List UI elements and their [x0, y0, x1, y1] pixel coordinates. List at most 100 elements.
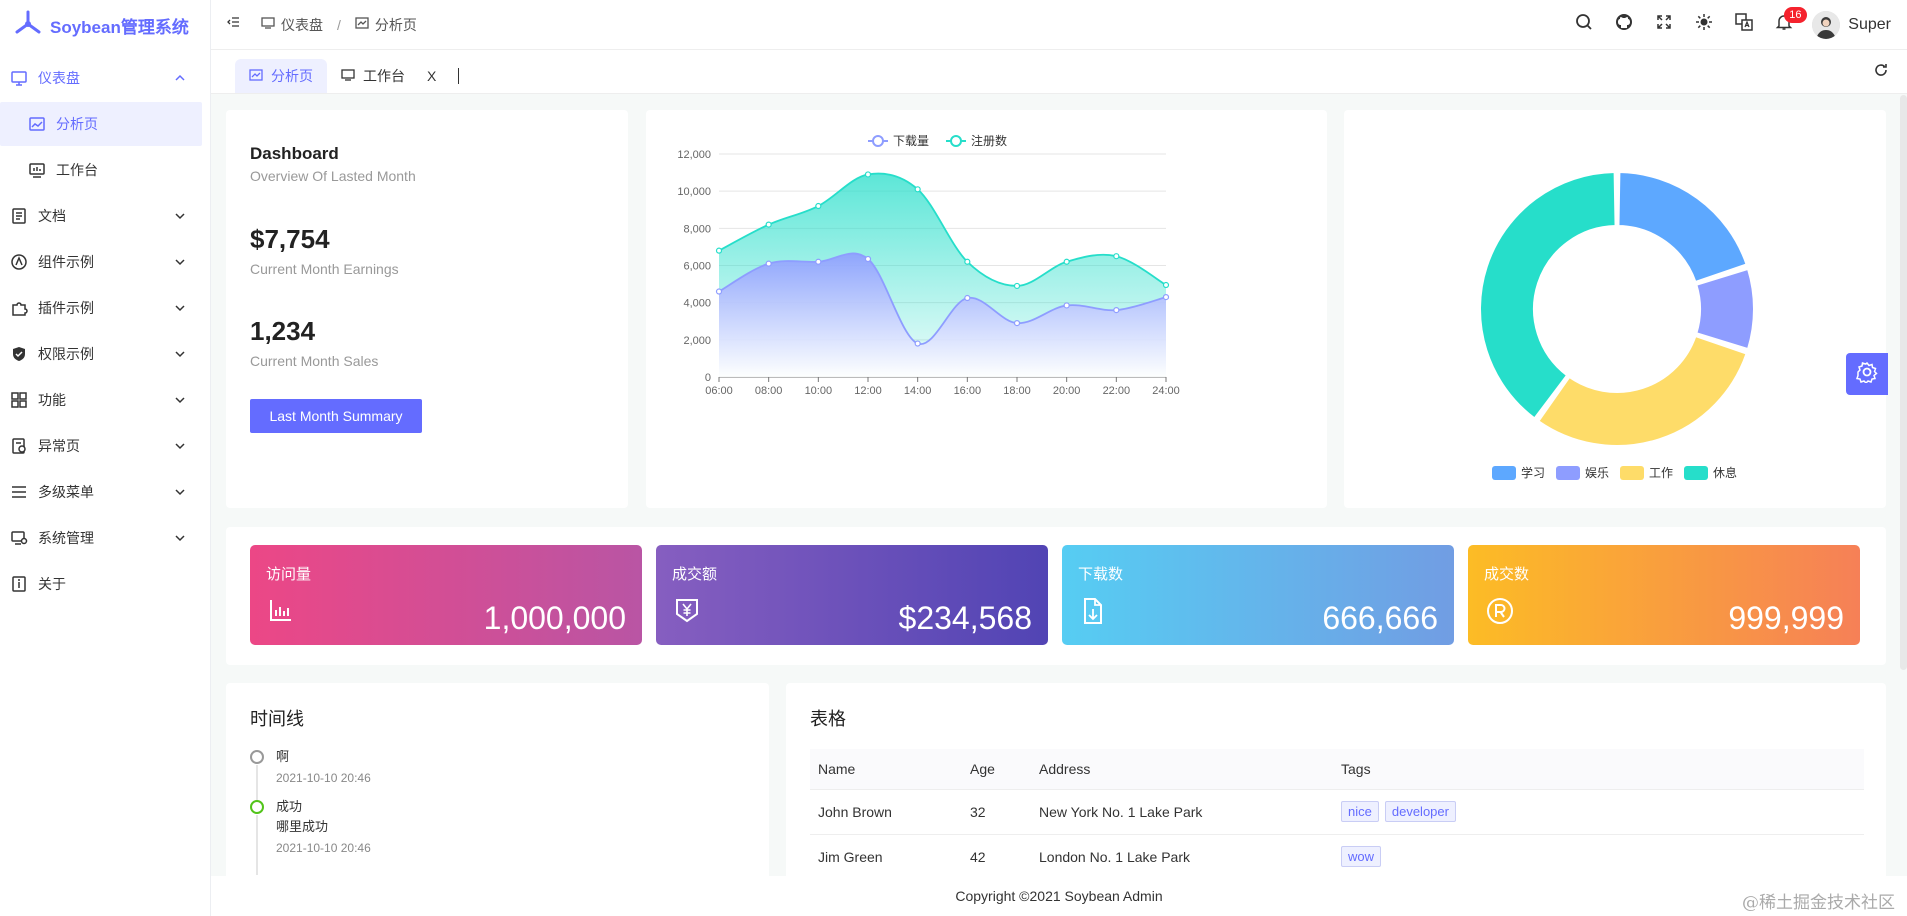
translate-icon	[1735, 13, 1754, 36]
sidebar-item-exception[interactable]: 异常页	[0, 424, 202, 468]
y-tick-label: 6,000	[683, 261, 711, 273]
column-header[interactable]: Address	[1031, 749, 1333, 790]
fullscreen-icon	[1656, 14, 1672, 35]
data-point	[715, 288, 723, 295]
data-point	[1162, 293, 1170, 301]
column-header[interactable]: Tags	[1333, 749, 1864, 790]
data-point	[864, 255, 872, 263]
tab-analysis[interactable]: 分析页	[235, 59, 327, 93]
cell-address: New York No. 1 Lake Park	[1031, 789, 1333, 835]
registered-icon	[1486, 597, 1514, 630]
stat-card-turnover[interactable]: 成交额 $234,568	[656, 545, 1048, 645]
gear-icon	[1856, 361, 1878, 388]
legend-label: 下载量	[893, 134, 929, 148]
sidebar-item-analysis[interactable]: 分析页	[0, 102, 202, 146]
summary-card: Dashboard Overview Of Lasted Month $7,75…	[226, 110, 628, 508]
sidebar-item-dashboard[interactable]: 仪表盘	[0, 56, 202, 100]
chart-panel-icon	[28, 115, 46, 133]
sidebar-item-label: 异常页	[38, 438, 80, 454]
chevron-down-icon	[174, 209, 186, 225]
sidebar-item-components[interactable]: 组件示例	[0, 240, 202, 284]
timeline-title: 时间线	[250, 709, 304, 729]
breadcrumb-item-analysis[interactable]: 分析页	[375, 15, 417, 35]
data-point	[914, 186, 921, 193]
data-point	[914, 340, 921, 347]
column-header[interactable]: Name	[810, 749, 962, 790]
x-tick-label: 14:00	[904, 385, 932, 397]
table-row[interactable]: Jim Green 42 London No. 1 Lake Park wow	[810, 834, 1864, 880]
chevron-down-icon	[174, 255, 186, 271]
monitor-icon	[10, 69, 28, 87]
timeline-item: 啊 2021-10-10 20:46	[250, 747, 371, 805]
timeline-item: 成功 哪里成功 2021-10-10 20:46	[250, 797, 371, 875]
refresh-icon[interactable]	[1873, 62, 1889, 83]
fullscreen-button[interactable]	[1644, 5, 1684, 45]
stat-value: 999,999	[1728, 600, 1844, 636]
timeline-item-time: 2021-10-10 20:46	[276, 841, 371, 855]
sidebar-item-function[interactable]: 功能	[0, 378, 202, 422]
bar-chart-icon	[268, 597, 294, 628]
sidebar-item-label: 关于	[38, 576, 66, 592]
sidebar: Soybean管理系统 仪表盘 分析页 工作台 文档 组件示例 插件示例 权限示…	[0, 0, 211, 916]
tab-bar: 分析页 工作台 X	[211, 50, 1907, 94]
x-tick-label: 10:00	[805, 385, 833, 397]
sidebar-item-about[interactable]: 关于	[0, 562, 202, 606]
y-tick-label: 0	[705, 372, 711, 384]
page-scrollbar[interactable]	[1900, 95, 1907, 670]
column-header[interactable]: Age	[962, 749, 1031, 790]
sidebar-item-label: 工作台	[56, 162, 98, 178]
settings-drawer-button[interactable]	[1846, 353, 1888, 395]
x-tick-label: 18:00	[1003, 385, 1031, 397]
sidebar-item-docs[interactable]: 文档	[0, 194, 202, 238]
tab-label: 工作台	[363, 68, 405, 84]
copyright-text: Copyright ©2021 Soybean Admin	[955, 888, 1163, 904]
app-logo[interactable]: Soybean管理系统	[0, 0, 210, 50]
summary-subtitle: Overview Of Lasted Month	[250, 168, 416, 184]
stat-card-visits[interactable]: 访问量 1,000,000	[250, 545, 642, 645]
github-button[interactable]	[1604, 5, 1644, 45]
document-icon	[10, 207, 28, 225]
data-point	[1063, 258, 1070, 265]
x-tick-label: 22:00	[1103, 385, 1131, 397]
timeline: 啊 2021-10-10 20:46 成功 哪里成功 2021-10-10 20…	[250, 747, 371, 875]
sidebar-item-workbench[interactable]: 工作台	[0, 148, 202, 192]
chevron-down-icon	[174, 531, 186, 547]
sidebar-item-label: 文档	[38, 208, 66, 224]
notification-button[interactable]: 16	[1764, 5, 1807, 45]
cell-name: Jim Green	[810, 834, 962, 880]
cell-age: 32	[962, 789, 1031, 835]
last-month-summary-button[interactable]: Last Month Summary	[250, 399, 422, 433]
table-row[interactable]: John Brown 32 New York No. 1 Lake Park n…	[810, 789, 1864, 835]
stat-card-deals[interactable]: 成交数 999,999	[1468, 545, 1860, 645]
avatar	[1812, 10, 1841, 39]
breadcrumb-item-dashboard[interactable]: 仪表盘	[281, 15, 323, 35]
sidebar-item-system[interactable]: 系统管理	[0, 516, 202, 560]
search-button[interactable]	[1564, 5, 1604, 45]
sidebar-item-multimenu[interactable]: 多级菜单	[0, 470, 202, 514]
theme-toggle-button[interactable]	[1684, 5, 1724, 45]
user-menu[interactable]: Super	[1812, 10, 1891, 39]
x-tick-label: 24:00	[1152, 385, 1180, 397]
timeline-connector	[256, 815, 258, 875]
workbench-icon	[28, 161, 46, 179]
app-root: Soybean管理系统 仪表盘 分析页 工作台 文档 组件示例 插件示例 权限示…	[0, 0, 1907, 916]
plugin-icon	[10, 299, 28, 317]
cell-tags: wow	[1333, 834, 1864, 880]
grid-icon	[10, 391, 28, 409]
data-point	[815, 202, 822, 210]
language-button[interactable]	[1724, 5, 1764, 45]
tab-close-button[interactable]: X	[427, 68, 436, 84]
tab-workbench[interactable]: 工作台 X	[327, 59, 450, 93]
sidebar-item-label: 组件示例	[38, 254, 94, 270]
timeline-item-title: 成功	[276, 799, 303, 814]
collapse-sidebar-button[interactable]	[215, 0, 251, 50]
data-point	[715, 247, 723, 254]
stat-card-downloads[interactable]: 下载数 666,666	[1062, 545, 1454, 645]
menu-fold-icon	[226, 15, 240, 34]
sidebar-menu: 仪表盘 分析页 工作台 文档 组件示例 插件示例 权限示例 功能 异常页 多级菜…	[0, 56, 210, 606]
stats-row: 访问量 1,000,000 成交额 $234,568 下载数 666,666 成…	[226, 527, 1886, 665]
sidebar-item-permission[interactable]: 权限示例	[0, 332, 202, 376]
data-point	[1063, 302, 1070, 309]
cell-tags: nice developer	[1333, 789, 1864, 835]
sidebar-item-plugins[interactable]: 插件示例	[0, 286, 202, 330]
